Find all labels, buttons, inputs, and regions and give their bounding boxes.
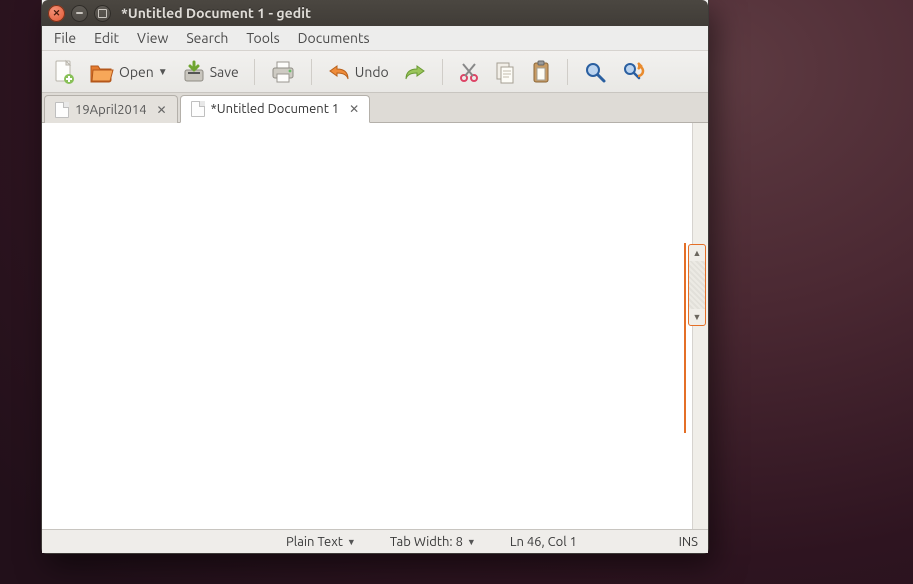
tab-width-label: Tab Width: 8 bbox=[390, 535, 463, 549]
editor-area bbox=[42, 123, 708, 529]
tab-width-selector[interactable]: Tab Width: 8 ▼ bbox=[390, 535, 476, 549]
new-file-icon bbox=[53, 59, 75, 85]
menu-edit[interactable]: Edit bbox=[86, 28, 127, 48]
folder-open-icon bbox=[89, 61, 115, 83]
copy-icon bbox=[494, 60, 516, 84]
find-replace-button[interactable] bbox=[616, 56, 652, 88]
redo-button[interactable] bbox=[398, 56, 432, 88]
printer-icon bbox=[270, 60, 296, 84]
tab-untitled-document-1[interactable]: *Untitled Document 1 ✕ bbox=[180, 95, 371, 123]
undo-button[interactable]: Undo bbox=[322, 56, 394, 88]
overlay-scroll-indicator bbox=[684, 243, 686, 433]
tab-close-button[interactable]: ✕ bbox=[157, 103, 167, 117]
open-button[interactable]: Open ▼ bbox=[84, 56, 173, 88]
menu-file[interactable]: File bbox=[46, 28, 84, 48]
paste-button[interactable] bbox=[525, 56, 557, 88]
toolbar-separator bbox=[567, 59, 568, 85]
menu-view[interactable]: View bbox=[129, 28, 176, 48]
tab-label: 19April2014 bbox=[75, 103, 147, 117]
redo-icon bbox=[403, 62, 427, 82]
text-editor[interactable] bbox=[42, 123, 708, 529]
scissors-icon bbox=[458, 61, 480, 83]
overlay-scrollbar[interactable]: ▲ ▼ bbox=[688, 244, 706, 326]
editor-scrollbar[interactable] bbox=[692, 123, 708, 529]
menu-documents[interactable]: Documents bbox=[290, 28, 378, 48]
file-icon bbox=[55, 102, 69, 118]
tab-close-button[interactable]: ✕ bbox=[349, 102, 359, 116]
menu-tools[interactable]: Tools bbox=[238, 28, 287, 48]
undo-icon bbox=[327, 62, 351, 82]
document-tabstrip: 19April2014 ✕ *Untitled Document 1 ✕ bbox=[42, 93, 708, 123]
paste-icon bbox=[530, 60, 552, 84]
window-maximize-button[interactable] bbox=[94, 5, 111, 22]
cut-button[interactable] bbox=[453, 56, 485, 88]
window-minimize-button[interactable] bbox=[71, 5, 88, 22]
tab-label: *Untitled Document 1 bbox=[211, 102, 340, 116]
menu-search[interactable]: Search bbox=[178, 28, 236, 48]
insert-mode-indicator: INS bbox=[679, 535, 698, 549]
toolbar-separator bbox=[442, 59, 443, 85]
find-replace-icon bbox=[621, 60, 647, 84]
toolbar: Open ▼ Save Undo bbox=[42, 51, 708, 93]
file-icon bbox=[191, 101, 205, 117]
print-button[interactable] bbox=[265, 56, 301, 88]
gedit-window: *Untitled Document 1 - gedit File Edit V… bbox=[41, 0, 709, 554]
copy-button[interactable] bbox=[489, 56, 521, 88]
scroll-track[interactable] bbox=[689, 261, 705, 309]
window-title: *Untitled Document 1 - gedit bbox=[121, 5, 311, 21]
window-close-button[interactable] bbox=[48, 5, 65, 22]
statusbar: Plain Text ▼ Tab Width: 8 ▼ Ln 46, Col 1… bbox=[42, 529, 708, 553]
save-icon bbox=[182, 60, 206, 84]
dropdown-arrow-icon: ▼ bbox=[347, 537, 356, 547]
scroll-up-arrow-icon[interactable]: ▲ bbox=[689, 245, 705, 261]
new-document-button[interactable] bbox=[48, 56, 80, 88]
undo-label: Undo bbox=[355, 64, 389, 80]
toolbar-separator bbox=[311, 59, 312, 85]
open-dropdown-arrow-icon[interactable]: ▼ bbox=[158, 66, 168, 78]
save-button[interactable]: Save bbox=[177, 56, 244, 88]
cursor-position: Ln 46, Col 1 bbox=[510, 535, 577, 549]
dropdown-arrow-icon: ▼ bbox=[467, 537, 476, 547]
scroll-down-arrow-icon[interactable]: ▼ bbox=[689, 309, 705, 325]
tab-19april2014[interactable]: 19April2014 ✕ bbox=[44, 95, 178, 123]
find-button[interactable] bbox=[578, 56, 612, 88]
menubar: File Edit View Search Tools Documents bbox=[42, 26, 708, 51]
save-label: Save bbox=[210, 64, 239, 80]
search-icon bbox=[583, 60, 607, 84]
titlebar[interactable]: *Untitled Document 1 - gedit bbox=[42, 0, 708, 26]
syntax-mode-selector[interactable]: Plain Text ▼ bbox=[286, 535, 356, 549]
open-label: Open bbox=[119, 64, 154, 80]
syntax-mode-label: Plain Text bbox=[286, 535, 343, 549]
toolbar-separator bbox=[254, 59, 255, 85]
